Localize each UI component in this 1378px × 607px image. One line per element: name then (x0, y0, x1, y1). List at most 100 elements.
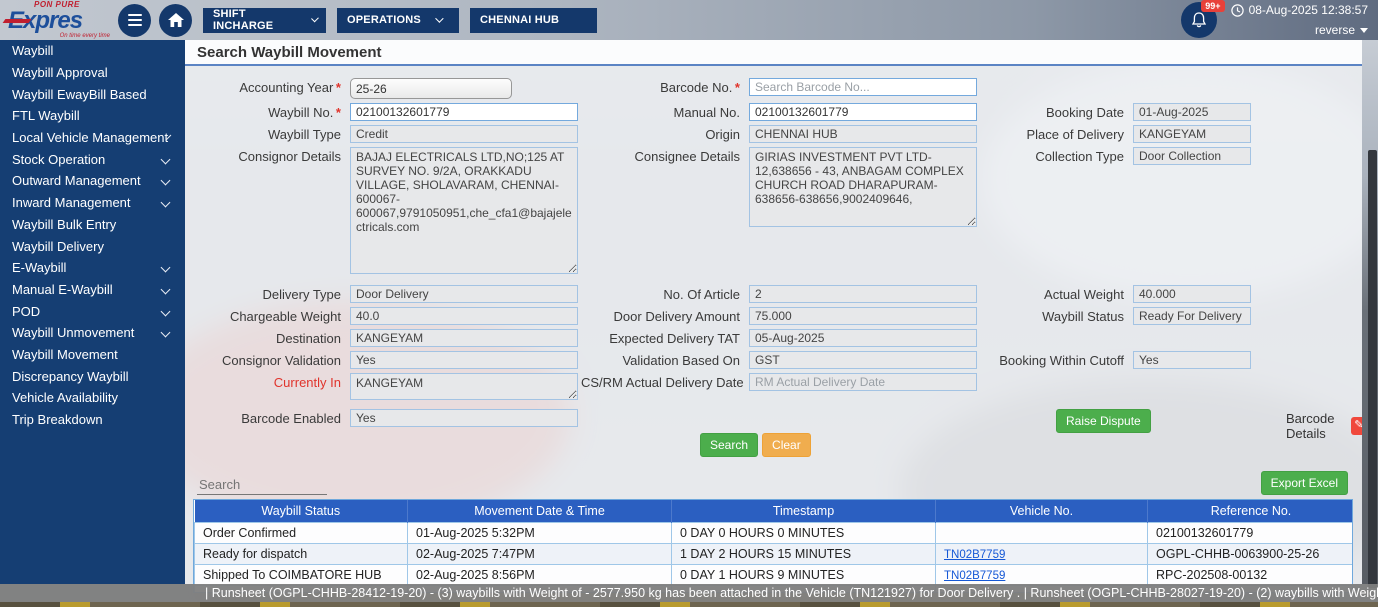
table-body: Order Confirmed 01-Aug-2025 5:32PM 0 DAY 0… (194, 521, 1352, 592)
waybill-status-cell: Ready for dispatch (194, 542, 408, 565)
movement-table: Waybill Status Movement Date & Time Timest… (194, 500, 1352, 592)
barcode-details-label: Barcode Details (1286, 411, 1335, 441)
app-window: PON PURE Expres On time every time SHIFT… (0, 0, 1378, 607)
column-header: Timestamp (671, 500, 936, 522)
sidebar-item-manual-e-waybill[interactable]: Manual E-Waybill (0, 279, 185, 301)
page-title-bar: Search Waybill Movement (185, 40, 1362, 66)
sidebar-item-local-vehicle-management[interactable]: Local Vehicle Management (0, 127, 185, 149)
location-box[interactable]: CHENNAI HUB (470, 7, 597, 33)
consignor-details-textarea[interactable]: BAJAJ ELECTRICALS LTD,NO;125 AT SURVEY N… (350, 147, 578, 274)
sidebar-item-label: Outward Management (12, 173, 141, 189)
department-dropdown[interactable]: OPERATIONS (337, 7, 459, 33)
place-of-delivery-field (1133, 125, 1251, 143)
chevron-down-icon (160, 306, 171, 317)
origin-label: Origin (705, 127, 740, 142)
column-header: Waybill Status (194, 500, 408, 522)
barcode-no-label: Barcode No. (581, 78, 746, 95)
sidebar-item-label: Discrepancy Waybill (12, 368, 129, 384)
consignee-details-textarea[interactable]: GIRIAS INVESTMENT PVT LTD-12,638656 - 43… (749, 147, 977, 227)
booking-within-cutoff-label: Booking Within Cutoff (999, 353, 1124, 368)
menu-button[interactable] (118, 3, 151, 37)
movement-datetime-cell: 01-Aug-2025 5:32PM (407, 521, 672, 544)
chargeable-weight-label: Chargeable Weight (229, 309, 341, 324)
sidebar-item-label: POD (12, 303, 41, 319)
manual-no-label: Manual No. (673, 105, 740, 120)
top-header-bar: PON PURE Expres On time every time SHIFT… (0, 0, 1378, 40)
sidebar-item-e-waybill[interactable]: E-Waybill (0, 257, 185, 279)
collection-type-label: Collection Type (1035, 149, 1124, 164)
timestamp-cell: 0 DAY 0 HOURS 0 MINUTES (671, 521, 936, 544)
logo-main-text: Expres (8, 9, 110, 33)
actual-weight-field (1133, 285, 1251, 303)
bottom-photo-strip (0, 602, 1378, 607)
sidebar-item-label: Local Vehicle Management (12, 130, 169, 146)
home-button[interactable] (159, 3, 192, 37)
sidebar-item-vehicle-availability[interactable]: Vehicle Availability (0, 387, 185, 409)
no-of-article-label: No. Of Article (663, 287, 740, 302)
role-dropdown[interactable]: SHIFT INCHARGE (203, 7, 326, 33)
sidebar-item-inward-management[interactable]: Inward Management (0, 192, 185, 214)
sidebar-item-label: Inward Management (12, 195, 131, 211)
location-box-value: CHENNAI HUB (480, 14, 560, 26)
sidebar-item-trip-breakdown[interactable]: Trip Breakdown (0, 409, 185, 431)
sidebar-menu: Waybill Waybill Approval Waybill EwayBill … (0, 40, 185, 584)
chargeable-weight-field (350, 307, 578, 325)
notification-count-badge: 99+ (1201, 0, 1225, 12)
role-dropdown-value: SHIFT INCHARGE (213, 8, 274, 32)
consignee-details-label: Consignee Details (634, 149, 740, 164)
expected-delivery-tat-label: Expected Delivery TAT (609, 331, 740, 346)
barcode-no-input[interactable] (749, 78, 977, 96)
sidebar-item-waybill-bulk-entry[interactable]: Waybill Bulk Entry (0, 214, 185, 236)
chevron-down-icon (310, 14, 319, 23)
table-header-row: Waybill Status Movement Date & Time Timest… (194, 500, 1352, 522)
expected-delivery-tat-field (749, 329, 977, 347)
sidebar-item-pod[interactable]: POD (0, 300, 185, 322)
sidebar-item-ftl-waybill[interactable]: FTL Waybill (0, 105, 185, 127)
sidebar-item-waybill-unmovement[interactable]: Waybill Unmovement (0, 322, 185, 344)
department-dropdown-value: OPERATIONS (347, 14, 421, 26)
movement-datetime-cell: 02-Aug-2025 7:47PM (407, 542, 672, 565)
accounting-year-label: Accounting Year (197, 78, 347, 95)
vehicle-link[interactable]: TN02B7759 (944, 549, 1005, 561)
sidebar-item-discrepancy-waybill[interactable]: Discrepancy Waybill (0, 365, 185, 387)
waybill-no-input[interactable] (350, 103, 578, 121)
destination-label: Destination (275, 331, 341, 346)
sidebar-item-label: Waybill (12, 43, 54, 59)
vertical-scrollbar[interactable] (1368, 150, 1377, 588)
origin-field (749, 125, 977, 143)
search-button[interactable]: Search (700, 433, 759, 457)
manual-no-input[interactable] (749, 103, 977, 121)
sidebar-item-waybill[interactable]: Waybill (0, 40, 185, 62)
sidebar-item-waybill-movement[interactable]: Waybill Movement (0, 344, 185, 366)
sidebar-item-waybill-approval[interactable]: Waybill Approval (0, 62, 185, 84)
brand-logo[interactable]: PON PURE Expres On time every time (8, 1, 110, 40)
timestamp-cell: 0 DAY 1 HOURS 9 MINUTES (671, 563, 936, 586)
cs-rm-actual-delivery-date-label: CS/RM Actual Delivery Date (581, 375, 744, 390)
vehicle-no-cell: TN02B7759 (935, 563, 1148, 586)
chevron-down-icon (160, 284, 171, 295)
notifications-button[interactable]: 99+ (1180, 0, 1225, 38)
consignor-validation-label: Consignor Validation (222, 353, 341, 368)
door-delivery-amount-field (749, 307, 977, 325)
page-title: Search Waybill Movement (197, 43, 382, 61)
sidebar-item-stock-operation[interactable]: Stock Operation (0, 148, 185, 170)
chevron-down-icon (160, 197, 171, 208)
export-excel-button[interactable]: Export Excel (1260, 471, 1348, 495)
currently-in-textarea[interactable]: KANGEYAM (350, 373, 578, 400)
user-menu[interactable]: reverse (1231, 23, 1368, 37)
vehicle-link[interactable]: TN02B7759 (944, 570, 1005, 582)
chevron-down-icon (160, 262, 171, 273)
clear-button[interactable]: Clear (762, 433, 811, 457)
reference-no-cell: RPC-202508-00132 (1147, 563, 1352, 586)
chevron-down-icon (435, 14, 444, 23)
table-filter-input[interactable] (197, 475, 327, 495)
sidebar-item-outward-management[interactable]: Outward Management (0, 170, 185, 192)
sidebar-item-waybill-delivery[interactable]: Waybill Delivery (0, 235, 185, 257)
booking-date-field (1133, 103, 1251, 121)
waybill-status-cell: Order Confirmed (194, 521, 408, 544)
raise-dispute-button[interactable]: Raise Dispute (1056, 409, 1151, 433)
sidebar-item-waybill-ewaybill-based[interactable]: Waybill EwayBill Based (0, 83, 185, 105)
accounting-year-select[interactable] (350, 78, 512, 99)
home-icon (167, 13, 184, 27)
no-of-article-field (749, 285, 977, 303)
